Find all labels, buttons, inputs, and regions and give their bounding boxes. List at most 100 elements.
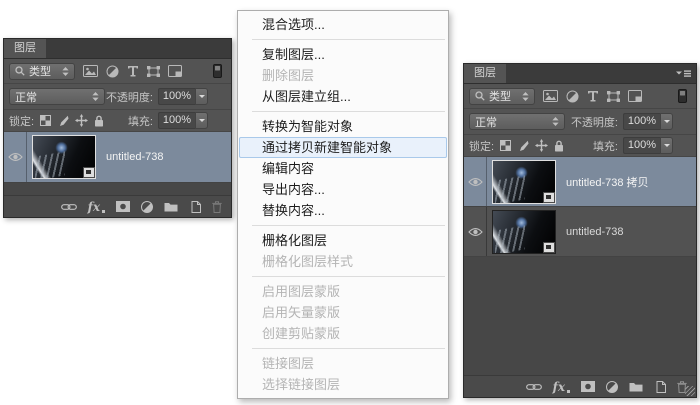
dropdown-caret-icon xyxy=(198,95,205,101)
add-layer-mask-icon[interactable] xyxy=(581,381,595,392)
filter-type-select[interactable]: 类型 xyxy=(9,62,75,80)
fill-dropdown-button[interactable] xyxy=(195,112,208,129)
layer-style-button[interactable]: fx xyxy=(553,381,570,393)
lock-label: 锁定: xyxy=(469,140,495,153)
lock-transparency-icon[interactable] xyxy=(500,140,512,151)
menu-separator xyxy=(252,225,445,226)
layer-thumbnail[interactable] xyxy=(32,135,96,179)
fill-label: 填充: xyxy=(592,140,618,153)
blend-mode-row: 正常 不透明度: 100% xyxy=(4,84,231,110)
opacity-value-field[interactable]: 100% xyxy=(158,88,195,105)
resize-grip[interactable] xyxy=(685,386,695,396)
layer-thumbnail[interactable] xyxy=(492,209,556,254)
delete-layer-icon[interactable] xyxy=(212,200,222,213)
lock-all-icon[interactable] xyxy=(554,140,564,152)
new-adjustment-layer-icon[interactable] xyxy=(141,200,153,213)
new-adjustment-layer-icon[interactable] xyxy=(606,380,618,393)
lock-pixels-icon[interactable] xyxy=(57,115,69,127)
opacity-dropdown-button[interactable] xyxy=(660,113,673,130)
menu-item: 启用矢量蒙版 xyxy=(262,305,341,320)
pixel-layer-filter-icon[interactable] xyxy=(543,90,558,102)
lock-row: 锁定: 填充: 100% xyxy=(464,135,696,157)
new-layer-icon[interactable] xyxy=(189,200,201,213)
blend-mode-select[interactable]: 正常 xyxy=(9,88,105,105)
link-layers-icon[interactable] xyxy=(525,383,542,391)
menu-item[interactable]: 导出内容... xyxy=(239,179,447,200)
opacity-dropdown-button[interactable] xyxy=(195,88,208,105)
new-group-icon[interactable] xyxy=(164,201,178,212)
dropdown-caret-icon xyxy=(663,120,670,126)
fx-label: fx xyxy=(552,379,565,394)
layer-visibility-toggle[interactable] xyxy=(464,207,487,256)
new-layer-icon[interactable] xyxy=(654,380,666,393)
filter-switch-icon[interactable] xyxy=(678,89,687,103)
panel-toolbar: fx xyxy=(464,375,696,397)
layer-row[interactable]: untitled-738 xyxy=(464,207,696,257)
menu-item-highlighted[interactable]: 通过拷贝新建智能对象 xyxy=(239,137,447,158)
menu-item[interactable]: 转换为智能对象 xyxy=(239,116,447,137)
lock-row: 锁定: 填充: 100% xyxy=(4,110,231,132)
menu-item[interactable]: 从图层建立组... xyxy=(239,86,447,107)
lock-all-icon[interactable] xyxy=(94,115,104,127)
layer-row[interactable]: untitled-738 xyxy=(4,132,231,183)
fill-value-field[interactable]: 100% xyxy=(158,112,195,129)
layer-thumbnail[interactable] xyxy=(492,159,556,204)
dropdown-caret-icon xyxy=(663,144,670,150)
new-group-icon[interactable] xyxy=(629,381,643,392)
smart-object-filter-icon[interactable] xyxy=(628,90,642,102)
type-filter-icon[interactable] xyxy=(127,65,139,77)
menu-separator xyxy=(252,276,445,277)
menu-item: 链接图层 xyxy=(262,356,315,371)
layer-visibility-toggle[interactable] xyxy=(4,132,27,182)
menu-item[interactable]: 混合选项... xyxy=(239,14,447,35)
filter-switch-icon[interactable] xyxy=(213,64,222,78)
eye-icon xyxy=(467,227,483,237)
lock-transparency-icon[interactable] xyxy=(40,115,52,126)
layers-panel-left: 图层 类型 正常 不透明度: 100% 锁定: 填充: 100% untitle… xyxy=(3,38,232,218)
add-layer-mask-icon[interactable] xyxy=(116,201,130,212)
fill-dropdown-button[interactable] xyxy=(660,137,673,154)
menu-separator xyxy=(252,39,445,40)
fill-value-field[interactable]: 100% xyxy=(623,137,660,154)
menu-item[interactable]: 复制图层... xyxy=(239,44,447,65)
adjustment-filter-icon[interactable] xyxy=(106,65,119,78)
menu-item: 栅格化图层样式 xyxy=(262,254,354,269)
desktop: 图层 类型 正常 不透明度: 100% 锁定: 填充: 100% untitle… xyxy=(0,0,700,405)
type-filter-icon[interactable] xyxy=(587,90,599,102)
panel-tab-bar: 图层 xyxy=(464,64,696,84)
layer-name: untitled-738 xyxy=(566,225,624,238)
filter-type-label: 类型 xyxy=(29,66,51,78)
shape-filter-icon[interactable] xyxy=(607,90,620,102)
menu-item[interactable]: 编辑内容 xyxy=(239,158,447,179)
layer-visibility-toggle[interactable] xyxy=(464,157,487,206)
lock-label: 锁定: xyxy=(9,115,35,128)
menu-item[interactable]: 栅格化图层 xyxy=(239,230,447,251)
opacity-value-field[interactable]: 100% xyxy=(623,113,660,130)
filter-type-select[interactable]: 类型 xyxy=(469,87,535,105)
layer-list: untitled-738 xyxy=(4,132,231,195)
adjustment-filter-icon[interactable] xyxy=(566,90,579,103)
layer-filter-row: 类型 xyxy=(464,84,696,109)
link-layers-icon[interactable] xyxy=(60,203,77,211)
lock-pixels-icon[interactable] xyxy=(517,140,529,152)
smart-object-badge-icon xyxy=(83,167,95,178)
layer-row[interactable]: untitled-738 拷贝 xyxy=(464,157,696,207)
search-icon xyxy=(15,66,25,76)
opacity-label: 不透明度: xyxy=(105,91,153,104)
blend-mode-select[interactable]: 正常 xyxy=(469,113,565,130)
menu-item: 启用图层蒙版 xyxy=(262,284,341,299)
smart-object-badge-icon xyxy=(543,191,555,203)
menu-dot-icon xyxy=(567,389,570,393)
panel-menu-icon[interactable] xyxy=(676,69,691,78)
tab-layers[interactable]: 图层 xyxy=(464,64,506,83)
shape-filter-icon[interactable] xyxy=(147,65,160,77)
lock-position-icon[interactable] xyxy=(535,139,549,152)
smart-object-filter-icon[interactable] xyxy=(168,65,182,77)
menu-separator xyxy=(252,348,445,349)
lock-position-icon[interactable] xyxy=(75,114,89,127)
tab-layers[interactable]: 图层 xyxy=(4,39,46,58)
layer-style-button[interactable]: fx xyxy=(88,201,105,213)
menu-item[interactable]: 替换内容... xyxy=(239,200,447,221)
updown-arrows-icon xyxy=(62,66,69,76)
pixel-layer-filter-icon[interactable] xyxy=(83,65,98,77)
